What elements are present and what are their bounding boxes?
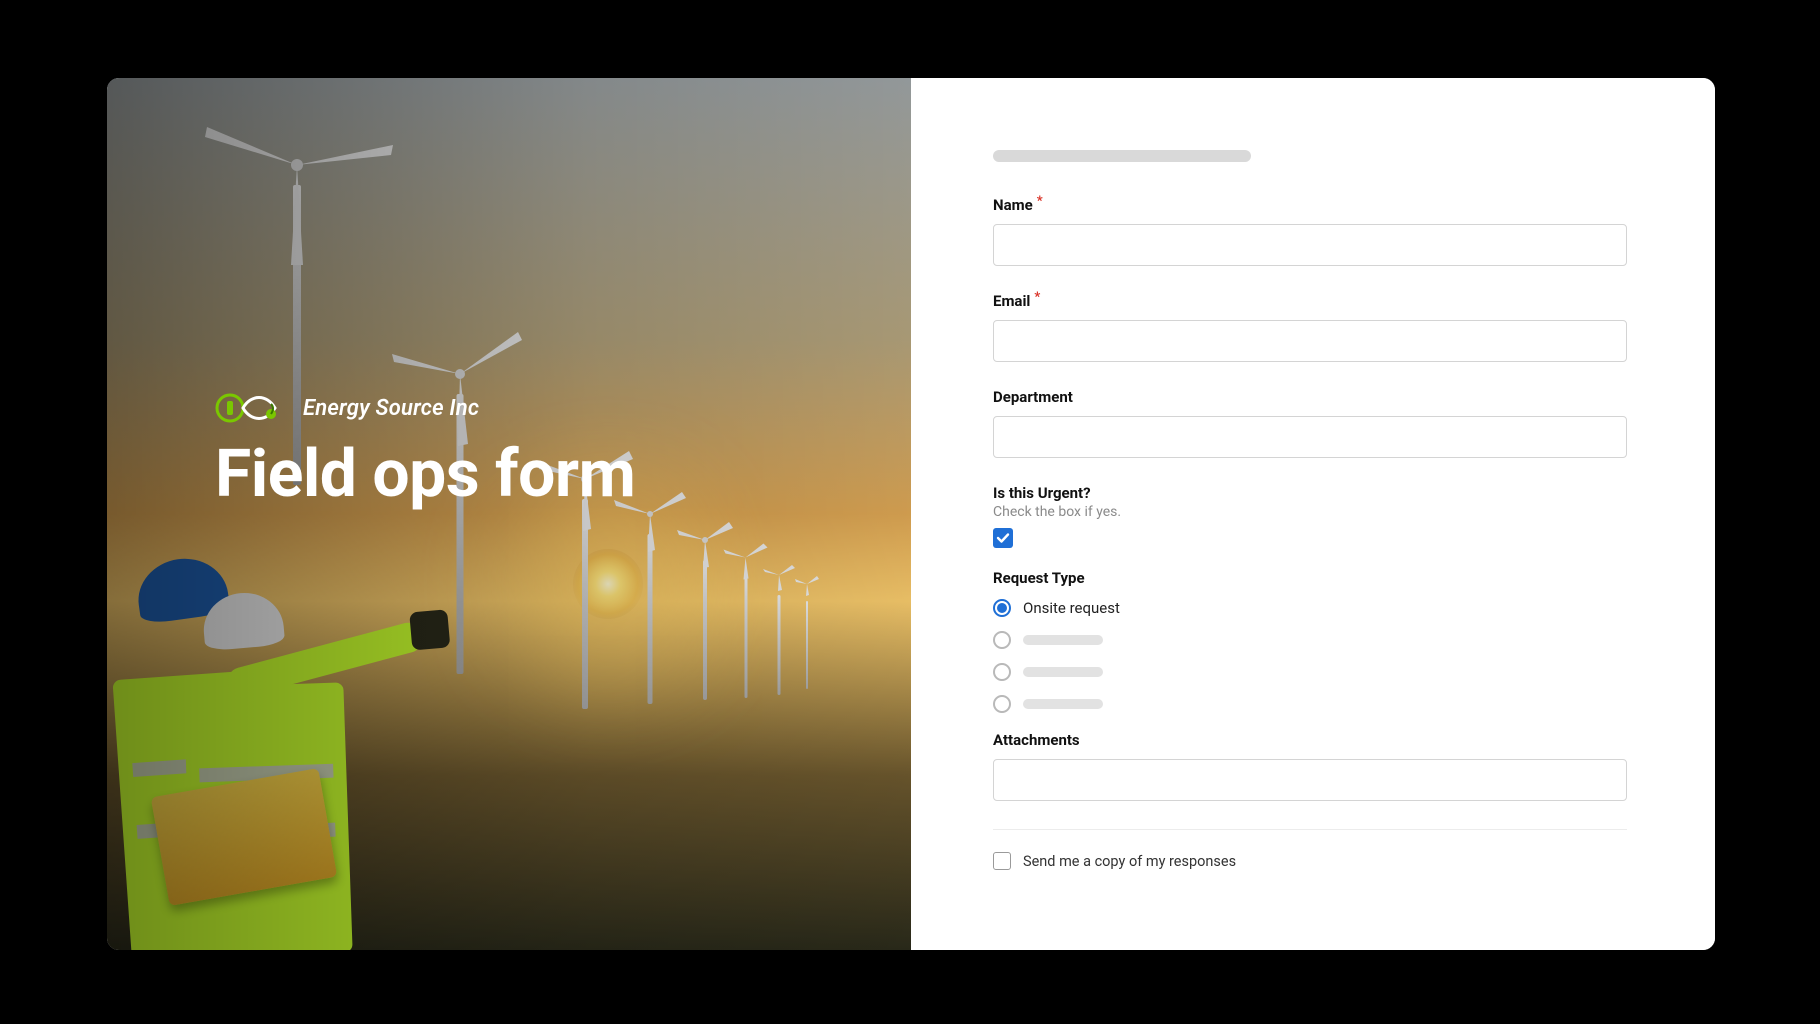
brand: Energy Source Inc xyxy=(215,390,479,426)
field-name: Name * xyxy=(993,196,1627,266)
email-label: Email xyxy=(993,292,1030,310)
urgent-label: Is this Urgent? xyxy=(993,484,1091,502)
radio-icon xyxy=(993,695,1011,713)
radio-icon xyxy=(993,631,1011,649)
department-label: Department xyxy=(993,388,1073,406)
required-indicator-icon: * xyxy=(1034,292,1040,304)
option-placeholder xyxy=(1023,699,1103,709)
name-label: Name xyxy=(993,196,1033,214)
brand-name: Energy Source Inc xyxy=(303,396,479,421)
field-attachments: Attachments xyxy=(993,731,1627,801)
field-department: Department xyxy=(993,388,1627,458)
radio-icon xyxy=(993,599,1011,617)
request-type-option[interactable] xyxy=(993,663,1627,681)
field-urgent: Is this Urgent? Check the box if yes. xyxy=(993,484,1627,549)
hero-overlay xyxy=(107,78,911,950)
attachments-label: Attachments xyxy=(993,731,1080,749)
hero-panel: Energy Source Inc Field ops form xyxy=(107,78,911,950)
field-email: Email * xyxy=(993,292,1627,362)
divider xyxy=(993,829,1627,830)
required-indicator-icon: * xyxy=(1037,196,1043,208)
send-copy-checkbox[interactable] xyxy=(993,852,1011,870)
department-input[interactable] xyxy=(993,416,1627,458)
option-placeholder xyxy=(1023,667,1103,677)
page-title: Field ops form xyxy=(215,436,635,513)
send-copy-label: Send me a copy of my responses xyxy=(1023,853,1236,870)
send-copy-row[interactable]: Send me a copy of my responses xyxy=(993,852,1627,870)
email-input[interactable] xyxy=(993,320,1627,362)
request-type-option[interactable]: Onsite request xyxy=(993,599,1627,617)
name-input[interactable] xyxy=(993,224,1627,266)
urgent-helper: Check the box if yes. xyxy=(993,504,1627,520)
urgent-checkbox[interactable] xyxy=(993,528,1013,548)
form-description-placeholder xyxy=(993,150,1251,162)
option-placeholder xyxy=(1023,635,1103,645)
brand-logo-icon xyxy=(215,390,289,426)
radio-icon xyxy=(993,663,1011,681)
field-request-type: Request Type Onsite request xyxy=(993,569,1627,713)
attachments-dropzone[interactable] xyxy=(993,759,1627,801)
request-type-option[interactable] xyxy=(993,631,1627,649)
app-window: Energy Source Inc Field ops form Name * … xyxy=(107,78,1715,950)
request-type-label: Request Type xyxy=(993,569,1627,587)
check-icon xyxy=(996,531,1010,545)
form-panel: Name * Email * Department Is this Urgent… xyxy=(911,78,1715,950)
request-type-option-label: Onsite request xyxy=(1023,599,1120,617)
request-type-option[interactable] xyxy=(993,695,1627,713)
